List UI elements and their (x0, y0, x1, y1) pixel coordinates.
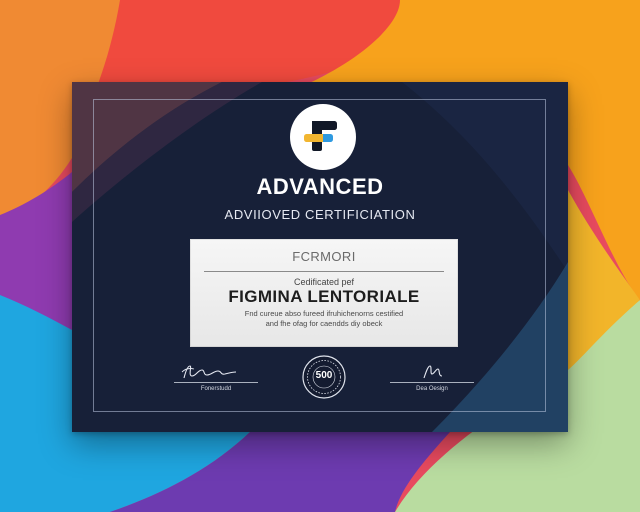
panel-divider (204, 271, 444, 272)
description-line: Fnd cureue abso fureed ifruhichenorns ce… (244, 309, 404, 318)
handwritten-signature (181, 365, 237, 379)
certified-intro: Cedificated pef (293, 277, 355, 287)
signature-line (390, 382, 474, 383)
signature-right: Dea Oesign (390, 360, 474, 392)
certificate-title: ADVANCED (256, 174, 384, 199)
recipient-panel: FCRMORI Cedificated pef FIGMINA LENTORIA… (190, 239, 458, 347)
handwritten-signature (423, 365, 443, 379)
brand-logo (290, 104, 356, 170)
certificate-subtitle: ADVIIOVED CERTIFICIATION (224, 207, 416, 222)
signature-left-label: Fonerstudd (200, 386, 232, 392)
seal-number: 500 (315, 370, 333, 381)
certificate-seal: 500 (301, 354, 347, 400)
signature-left: Fonerstudd (174, 360, 258, 392)
recipient-name: FIGMINA LENTORIALE (228, 287, 420, 306)
f-letter-logo-icon (304, 121, 337, 151)
signature-line (174, 382, 258, 383)
certificate-description: Fnd cureue abso fureed ifruhichenorns ce… (214, 309, 434, 329)
certificate-card: ADVANCED ADVIIOVED CERTIFICIATION FCRMOR… (72, 82, 568, 432)
description-line: and fhe ofag for caendds diy obeck (265, 319, 383, 328)
signature-right-label: Dea Oesign (416, 386, 448, 392)
panel-heading: FCRMORI (292, 249, 356, 264)
